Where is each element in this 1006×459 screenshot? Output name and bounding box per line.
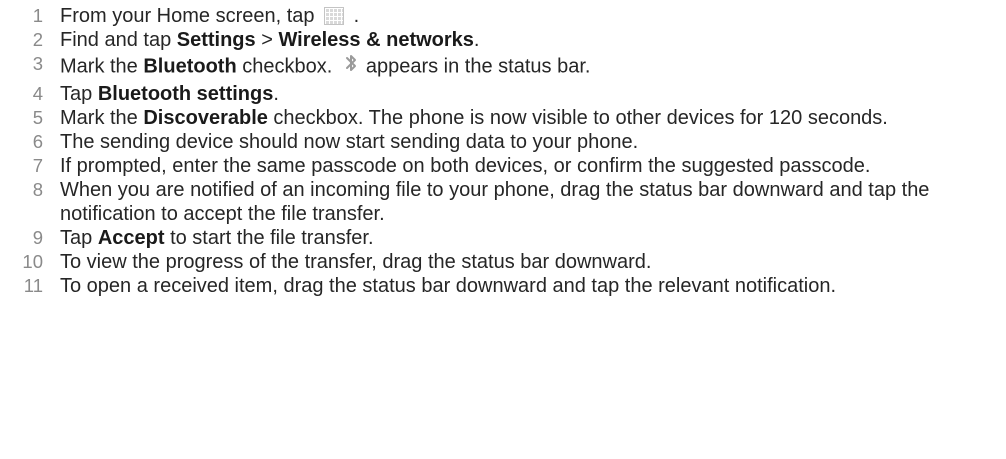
step-text-run: If prompted, enter the same passcode on … xyxy=(60,155,871,177)
step-number: 9 xyxy=(32,227,43,248)
ui-term: Bluetooth xyxy=(143,55,237,78)
step-item: 2 Find and tap Settings > Wireless & netw… xyxy=(0,28,1006,52)
step-text: Find and tap Settings > Wireless & netwo… xyxy=(60,28,1000,52)
step-text: To view the progress of the transfer, dr… xyxy=(60,250,1000,274)
step-number: 5 xyxy=(32,107,43,128)
ui-term: Wireless & networks xyxy=(278,29,474,51)
step-number: 10 xyxy=(22,251,43,272)
step-text: Mark the Discoverable checkbox. The phon… xyxy=(60,106,1000,130)
step-number: 6 xyxy=(32,131,43,152)
step-text: From your Home screen, tap . xyxy=(60,4,1000,28)
step-text-run: To open a received item, drag the status… xyxy=(60,275,837,297)
step-number: 8 xyxy=(32,179,43,200)
step-number: 11 xyxy=(23,275,43,296)
step-text-run: checkbox. The phone is now visible to ot… xyxy=(267,107,888,129)
step-text: Tap Bluetooth settings. xyxy=(60,82,1000,106)
step-number: 2 xyxy=(32,29,43,50)
ui-term: Settings xyxy=(176,29,256,51)
step-text-run: From your Home screen, tap xyxy=(60,5,321,27)
ui-term: Accept xyxy=(97,227,165,249)
step-text-run: > xyxy=(255,29,279,51)
step-text-run: Find and tap xyxy=(60,29,177,51)
step-text-run: When you are notified of an incoming fil… xyxy=(60,179,930,225)
step-item: 8 When you are notified of an incoming fi… xyxy=(0,178,1006,226)
step-number: 3 xyxy=(32,53,43,74)
step-text-run: checkbox. xyxy=(236,55,338,78)
step-text-run: . xyxy=(348,5,360,27)
step-number: 4 xyxy=(32,83,43,104)
step-text-run: . xyxy=(273,83,279,105)
step-item: 10 To view the progress of the transfer, … xyxy=(0,250,1006,274)
bluetooth-icon xyxy=(338,52,366,82)
app-grid-icon xyxy=(324,6,345,25)
step-text-run: appears in the status bar. xyxy=(365,55,591,78)
step-text-run: The sending device should now start send… xyxy=(60,131,639,153)
step-text: Mark the Bluetooth checkbox. appears in … xyxy=(60,52,1000,82)
step-text: To open a received item, drag the status… xyxy=(60,274,1000,298)
step-item: 11 To open a received item, drag the stat… xyxy=(0,274,1006,298)
step-number: 7 xyxy=(32,155,43,176)
step-text: If prompted, enter the same passcode on … xyxy=(60,154,1000,178)
step-text-run: Mark the xyxy=(60,55,144,78)
step-text-run: To view the progress of the transfer, dr… xyxy=(60,251,652,273)
step-item: 9 Tap Accept to start the file transfer. xyxy=(0,226,1006,250)
ui-term: Bluetooth settings xyxy=(97,83,274,105)
step-text: When you are notified of an incoming fil… xyxy=(60,178,1000,226)
step-text: Tap Accept to start the file transfer. xyxy=(60,226,1000,250)
step-text: The sending device should now start send… xyxy=(60,130,1000,154)
instruction-steps: 1 From your Home screen, tap . 2 Find and t… xyxy=(0,0,1006,298)
step-item: 3 Mark the Bluetooth checkbox. appears in… xyxy=(0,52,1006,82)
step-text-run: Tap xyxy=(60,227,98,249)
step-text-run: Mark the xyxy=(60,107,144,129)
step-item: 1 From your Home screen, tap . xyxy=(0,4,1006,28)
step-item: 7 If prompted, enter the same passcode on… xyxy=(0,154,1006,178)
step-text-run: . xyxy=(473,29,480,51)
ui-term: Discoverable xyxy=(143,107,268,129)
step-item: 5 Mark the Discoverable checkbox. The pho… xyxy=(0,106,1006,130)
step-text-run: Tap xyxy=(60,83,98,105)
step-number: 1 xyxy=(32,5,43,26)
step-item: 4 Tap Bluetooth settings. xyxy=(0,82,1006,106)
step-item: 6 The sending device should now start sen… xyxy=(0,130,1006,154)
step-text-run: to start the file transfer. xyxy=(164,227,374,249)
